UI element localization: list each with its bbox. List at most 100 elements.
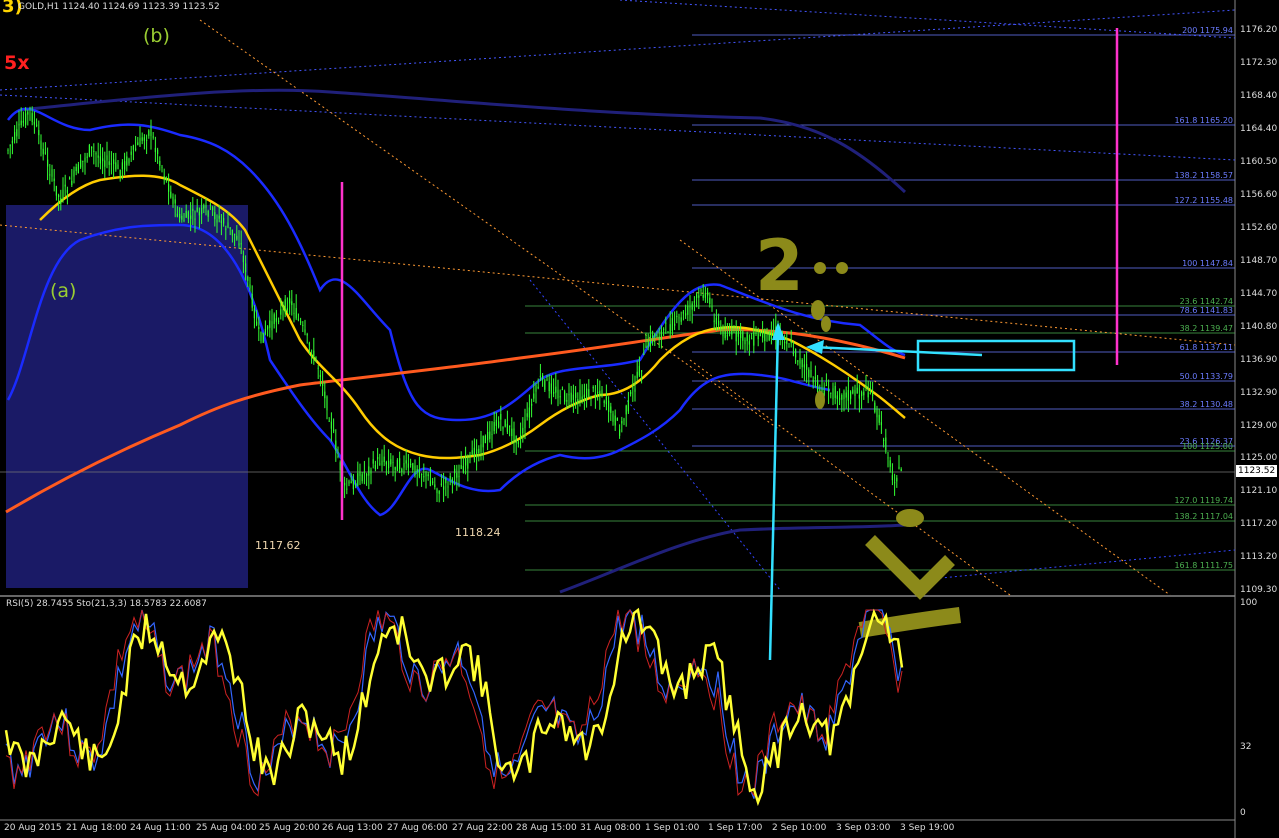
candle-body (148, 130, 150, 136)
candle-body (238, 243, 240, 246)
candle-body (286, 308, 288, 311)
candle-body (405, 460, 407, 464)
candle-body (555, 386, 557, 393)
candle-body (757, 334, 759, 340)
time-tick-label: 25 Aug 04:00 (196, 823, 257, 833)
candle-body (262, 332, 264, 343)
candle-body (863, 391, 865, 396)
price-tick-label: 1168.40 (1240, 91, 1278, 101)
candle-body (806, 364, 808, 370)
candle-body (630, 392, 632, 395)
candle-body (575, 392, 577, 398)
candle-body (498, 421, 500, 428)
candle-body (865, 384, 867, 389)
candle-body (548, 381, 550, 392)
candle-body (291, 301, 293, 306)
candle-body (753, 332, 755, 346)
candle-body (396, 459, 398, 471)
candle-body (522, 427, 524, 434)
candle-body (698, 295, 700, 298)
candle-body (247, 276, 249, 281)
candle-body (42, 148, 44, 155)
candle-body (874, 402, 876, 413)
candle-body (544, 380, 546, 390)
price-tick-label: 1121.10 (1240, 486, 1278, 496)
candle-body (20, 120, 22, 126)
candle-body (674, 323, 676, 326)
candle-body (601, 389, 603, 397)
price-tick-label: 1152.60 (1240, 223, 1278, 233)
candle-body (834, 385, 836, 398)
candle-body (394, 467, 396, 470)
candle-body (97, 155, 99, 158)
candle-body (506, 423, 508, 432)
candle-body (223, 218, 225, 224)
candle-body (594, 393, 596, 399)
candle-body (93, 150, 95, 152)
current-price-tag: 1123.52 (1236, 465, 1278, 477)
candle-body (812, 379, 814, 383)
candle-body (773, 332, 775, 334)
candle-body (715, 317, 717, 325)
candle-body (278, 320, 280, 322)
candle-body (157, 149, 159, 154)
candle-body (737, 329, 739, 337)
price-tick-label: 1140.80 (1240, 322, 1278, 332)
fib-level-label: 23.6 1142.74 (1179, 297, 1233, 306)
candle-body (561, 389, 563, 391)
candle-body (280, 309, 282, 315)
candle-body (62, 189, 64, 200)
candle-body (170, 191, 172, 198)
candle-body (416, 468, 418, 473)
low-price-label-1: 1117.62 (255, 539, 301, 552)
candle-body (388, 460, 390, 469)
chart-canvas[interactable]: 2 (0, 0, 1279, 838)
range-box (6, 205, 248, 588)
candle-body (205, 205, 207, 208)
time-tick-label: 28 Aug 15:00 (516, 823, 577, 833)
candle-body (432, 481, 434, 484)
candle-body (788, 346, 790, 348)
candle-body (352, 478, 354, 490)
candle-body (751, 338, 753, 340)
candle-body (478, 448, 480, 454)
candle-body (889, 460, 891, 467)
candle-body (755, 333, 757, 335)
candle-body (317, 367, 319, 369)
candle-body (77, 164, 79, 174)
candle-body (212, 207, 214, 211)
candle-body (557, 389, 559, 399)
candle-body (852, 389, 854, 394)
candle-body (139, 138, 141, 147)
candle-body (768, 331, 770, 341)
candle-body (225, 228, 227, 230)
candle-body (568, 394, 570, 396)
candle-body (647, 340, 649, 347)
price-tick-label: 1132.90 (1240, 388, 1278, 398)
candle-body (638, 365, 640, 376)
candle-body (220, 220, 222, 224)
candle-body (808, 369, 810, 378)
candle-body (709, 297, 711, 304)
candle-body (718, 320, 720, 326)
candle-body (509, 425, 511, 427)
candle-body (445, 478, 447, 484)
candle-body (154, 147, 156, 153)
candle-body (495, 419, 497, 426)
candle-body (110, 163, 112, 165)
candle-body (480, 444, 482, 453)
candle-body (80, 159, 82, 168)
candle-body (425, 472, 427, 477)
candle-body (132, 145, 134, 150)
candle-body (198, 211, 200, 216)
candle-body (597, 391, 599, 393)
candle-body (891, 475, 893, 481)
candle-body (234, 233, 236, 236)
candle-body (271, 321, 273, 331)
fib-level-label: 50.0 1133.79 (1179, 372, 1233, 381)
candle-body (436, 489, 438, 494)
time-tick-label: 1 Sep 01:00 (645, 823, 700, 833)
candle-body (700, 289, 702, 291)
indicator-tick-label: 100 (1240, 598, 1258, 608)
candle-body (152, 136, 154, 138)
